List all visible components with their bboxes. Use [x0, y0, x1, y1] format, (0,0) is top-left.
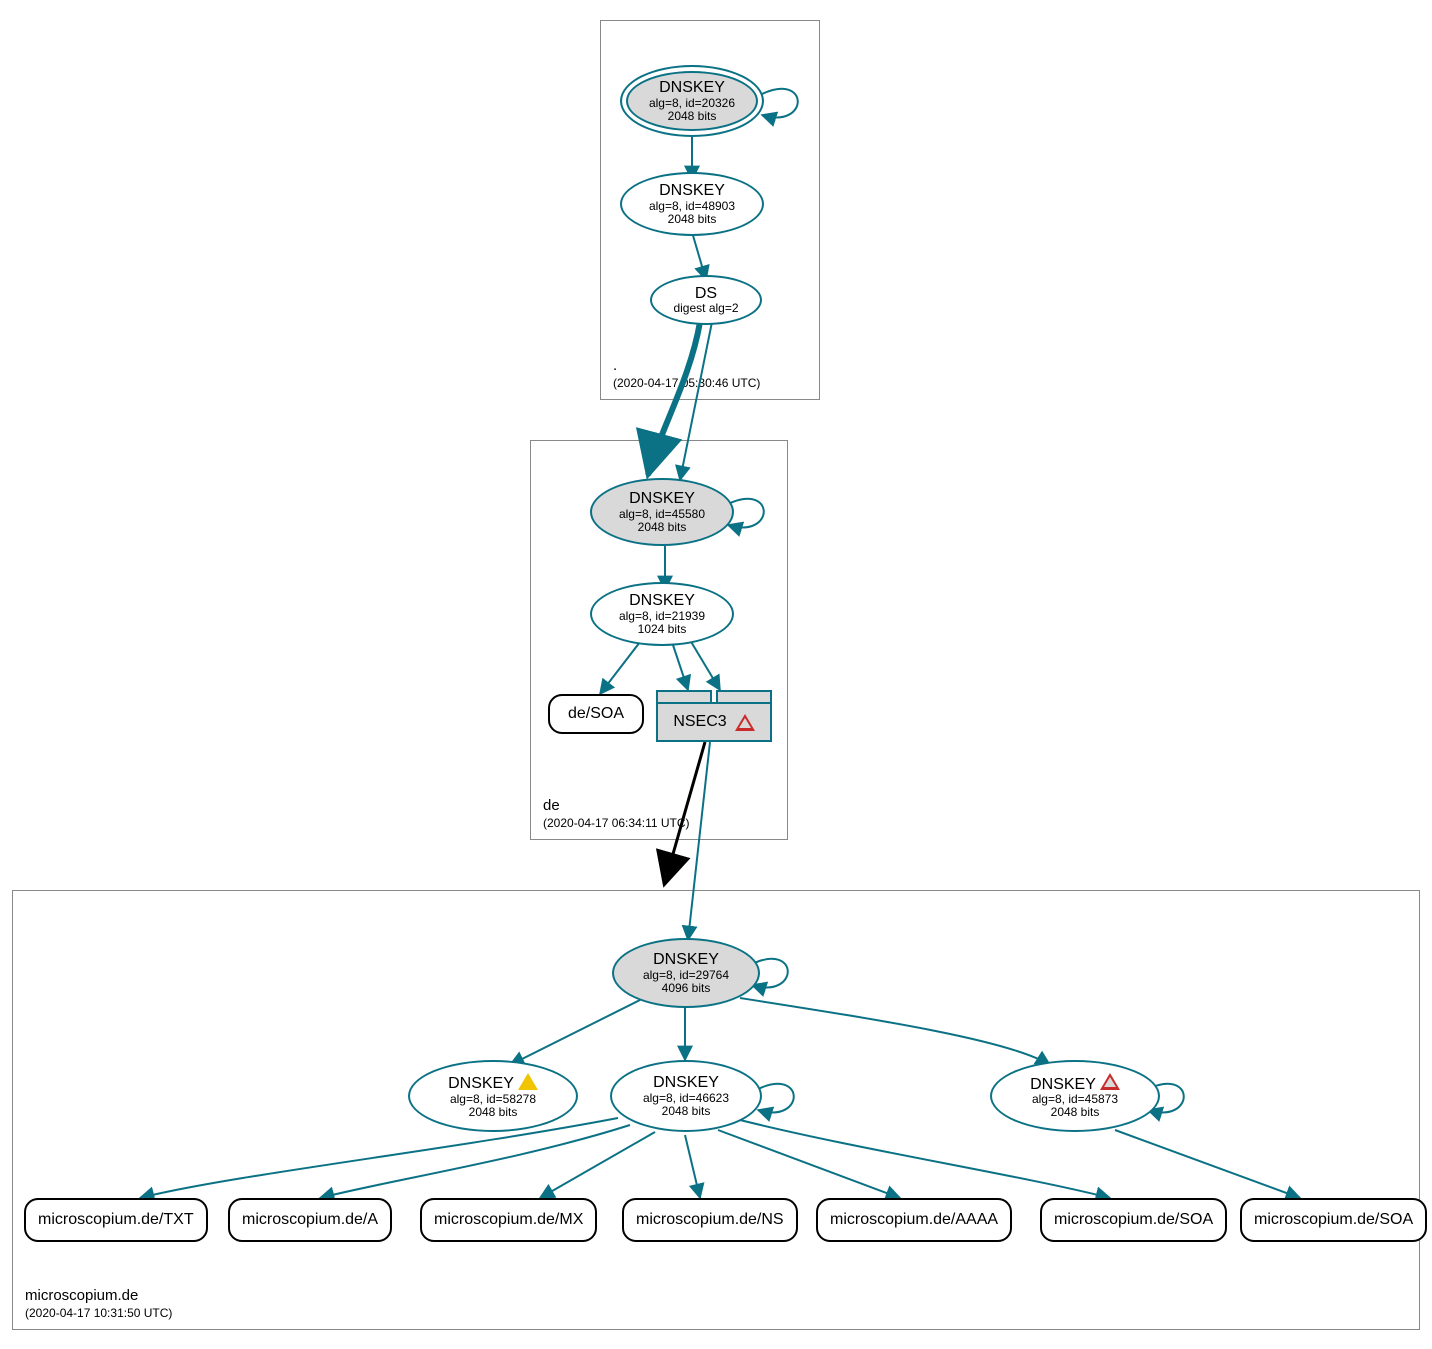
- node-rr-mx[interactable]: microscopium.de/MX: [420, 1198, 597, 1242]
- error-icon: [1100, 1073, 1120, 1090]
- warning-icon: [735, 714, 755, 731]
- node-rr-a[interactable]: microscopium.de/A: [228, 1198, 392, 1242]
- node-rr-ns[interactable]: microscopium.de/NS: [622, 1198, 798, 1242]
- node-root-dnskey-ksk[interactable]: DNSKEY alg=8, id=20326 2048 bits: [620, 65, 764, 137]
- node-root-ds[interactable]: DS digest alg=2: [650, 275, 762, 325]
- node-rr-txt[interactable]: microscopium.de/TXT: [24, 1198, 208, 1242]
- dnssec-chain-diagram: . (2020-04-17 05:30:46 UTC) de (2020-04-…: [0, 0, 1432, 1349]
- node-dom-dnskey-58278[interactable]: DNSKEY alg=8, id=58278 2048 bits: [408, 1060, 578, 1132]
- node-rr-aaaa[interactable]: microscopium.de/AAAA: [816, 1198, 1012, 1242]
- node-dom-dnskey-ksk[interactable]: DNSKEY alg=8, id=29764 4096 bits: [612, 938, 760, 1008]
- node-rr-soa1[interactable]: microscopium.de/SOA: [1040, 1198, 1227, 1242]
- nsec3-label: NSEC3: [673, 713, 726, 731]
- node-de-dnskey-zsk[interactable]: DNSKEY alg=8, id=21939 1024 bits: [590, 582, 734, 646]
- node-de-dnskey-ksk[interactable]: DNSKEY alg=8, id=45580 2048 bits: [590, 478, 734, 546]
- node-rr-soa2[interactable]: microscopium.de/SOA: [1240, 1198, 1427, 1242]
- node-de-nsec3[interactable]: NSEC3: [656, 690, 772, 742]
- node-root-dnskey-zsk[interactable]: DNSKEY alg=8, id=48903 2048 bits: [620, 172, 764, 236]
- node-de-soa[interactable]: de/SOA: [548, 694, 644, 734]
- node-dom-dnskey-46623[interactable]: DNSKEY alg=8, id=46623 2048 bits: [610, 1060, 762, 1132]
- warning-icon: [518, 1073, 538, 1090]
- node-dom-dnskey-45873[interactable]: DNSKEY alg=8, id=45873 2048 bits: [990, 1060, 1160, 1132]
